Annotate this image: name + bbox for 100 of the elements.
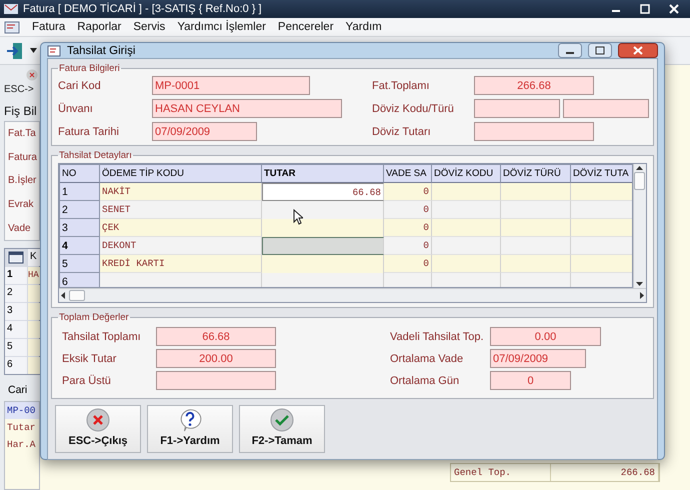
field-label: Eksik Tutar (62, 352, 118, 364)
column-header[interactable]: ÖDEME TİP KODU (100, 165, 262, 183)
table-cell: ÇEK (100, 219, 262, 237)
column-header[interactable]: VADE SA (384, 165, 432, 183)
table-cell (501, 237, 571, 255)
ok-button[interactable]: F2->Tamam (239, 405, 325, 453)
text-field[interactable]: 66.68 (156, 327, 276, 346)
exit-label: ESC-> (4, 84, 35, 95)
table-cell[interactable] (262, 237, 384, 255)
field-label: Vadeli Tahsilat Top. (390, 330, 485, 342)
text-field[interactable]: MP-0001 (152, 76, 310, 95)
table-cell: SENET (100, 201, 262, 219)
field-label: Fatura (8, 152, 38, 163)
table-cell (432, 219, 501, 237)
exit-button[interactable]: ESC->Çıkış (55, 405, 141, 453)
column-header[interactable]: DÖVİZ TUTA (571, 165, 632, 183)
help-button[interactable]: F1->Yardım (147, 405, 233, 453)
text-field[interactable] (156, 371, 276, 390)
row-number: 3 (5, 303, 27, 320)
table-cell[interactable]: 66.68 (262, 183, 384, 201)
menu-item[interactable]: Yardım (346, 21, 382, 33)
group-title: Fatura Bilgileri (58, 63, 121, 74)
field-label: Para Üstü (62, 374, 112, 386)
table-cell: NAKİT (100, 183, 262, 201)
group-title: Toplam Değerler (58, 312, 130, 323)
table-cell (28, 303, 40, 320)
field-label: Fatura Tarihi (58, 126, 120, 138)
table-cell-text: Har.A (6, 438, 37, 452)
column-header[interactable]: DÖVİZ KODU (432, 165, 501, 183)
row-number: 4 (5, 321, 27, 338)
close-icon[interactable] (669, 4, 679, 14)
menu-item[interactable]: Yardımcı İşlemler (177, 21, 266, 33)
column-header[interactable]: NO (60, 165, 100, 183)
table-cell (432, 201, 501, 219)
table-cell (501, 255, 571, 273)
minimize-button[interactable] (558, 43, 582, 58)
scrollbar[interactable] (59, 288, 646, 302)
table-cell (28, 339, 40, 356)
checkmark-icon (270, 408, 294, 432)
text-field[interactable]: 0.00 (490, 327, 601, 346)
document-icon (47, 44, 61, 56)
row-number: 3 (60, 219, 100, 237)
exit-icon[interactable] (6, 42, 24, 60)
maximize-button[interactable] (588, 43, 612, 58)
table-cell: 0 (384, 183, 432, 201)
text-field[interactable]: 0 (490, 371, 571, 390)
menu-item[interactable]: Servis (133, 21, 166, 33)
menu-item[interactable]: Pencereler (278, 21, 334, 33)
total-value: 266.68 (551, 464, 659, 481)
text-field[interactable]: 07/09/2009 (490, 349, 586, 368)
text-field[interactable]: HASAN CEYLAN (152, 99, 342, 118)
row-number: 1 (5, 267, 27, 284)
mouse-pointer-icon (293, 209, 303, 225)
table-cell-text: Tutar (6, 421, 37, 435)
field-label: Ünvanı (58, 102, 94, 114)
field-label: Fat.Toplamı (372, 80, 430, 92)
menu-item[interactable]: Raporlar (77, 21, 122, 33)
row-number: 2 (60, 201, 100, 219)
field-label: Ortalama Gün (390, 374, 460, 386)
scrollbar-thumb[interactable] (69, 290, 85, 301)
dialog-title: Tahsilat Girişi (67, 44, 136, 56)
table-cell (501, 219, 571, 237)
section-title: Fiş Bil (4, 103, 38, 118)
group-title: Tahsilat Detayları (58, 150, 133, 161)
field-label: Cari Kod (58, 80, 102, 92)
text-field[interactable] (474, 122, 594, 141)
text-field[interactable] (474, 99, 560, 118)
menu-item[interactable]: Fatura (32, 21, 66, 33)
scroll-right-icon[interactable] (640, 292, 644, 299)
column-header[interactable]: DÖVİZ TÜRÜ (501, 165, 571, 183)
app-icon (4, 3, 18, 15)
column-header[interactable]: TUTAR (262, 165, 384, 183)
scrollbar-thumb[interactable] (634, 172, 646, 190)
row-number: 2 (5, 285, 27, 302)
table-cell (28, 321, 40, 338)
maximize-icon[interactable] (640, 4, 650, 14)
row-number: 5 (60, 255, 100, 273)
table-cell (432, 183, 501, 201)
tab[interactable]: Cari (4, 378, 40, 398)
column-header: K (28, 249, 40, 266)
table-cell (571, 219, 632, 237)
close-icon (86, 408, 110, 432)
table-cell: 0 (384, 237, 432, 255)
scroll-up-icon[interactable] (636, 166, 644, 170)
row-number: 1 (60, 183, 100, 201)
text-field[interactable]: 266.68 (474, 76, 594, 95)
close-button[interactable] (618, 43, 658, 58)
text-field[interactable]: 07/09/2009 (152, 122, 257, 141)
table-cell: KREDİ KARTI (100, 255, 262, 273)
caret-icon[interactable] (30, 48, 37, 53)
text-field[interactable] (563, 99, 649, 118)
scroll-down-icon[interactable] (636, 282, 644, 286)
field-label: B.İşler (8, 175, 38, 186)
scrollbar[interactable] (632, 164, 646, 288)
text-field[interactable]: 200.00 (156, 349, 276, 368)
total-label: Genel Top. (451, 464, 551, 481)
table-cell: 0 (384, 255, 432, 273)
window-title: Fatura [ DEMO TİCARİ ] - [3-SATIŞ { Ref.No:0 } ] (23, 3, 263, 15)
field-label: Ortalama Vade (390, 352, 464, 364)
scroll-left-icon[interactable] (61, 292, 65, 299)
